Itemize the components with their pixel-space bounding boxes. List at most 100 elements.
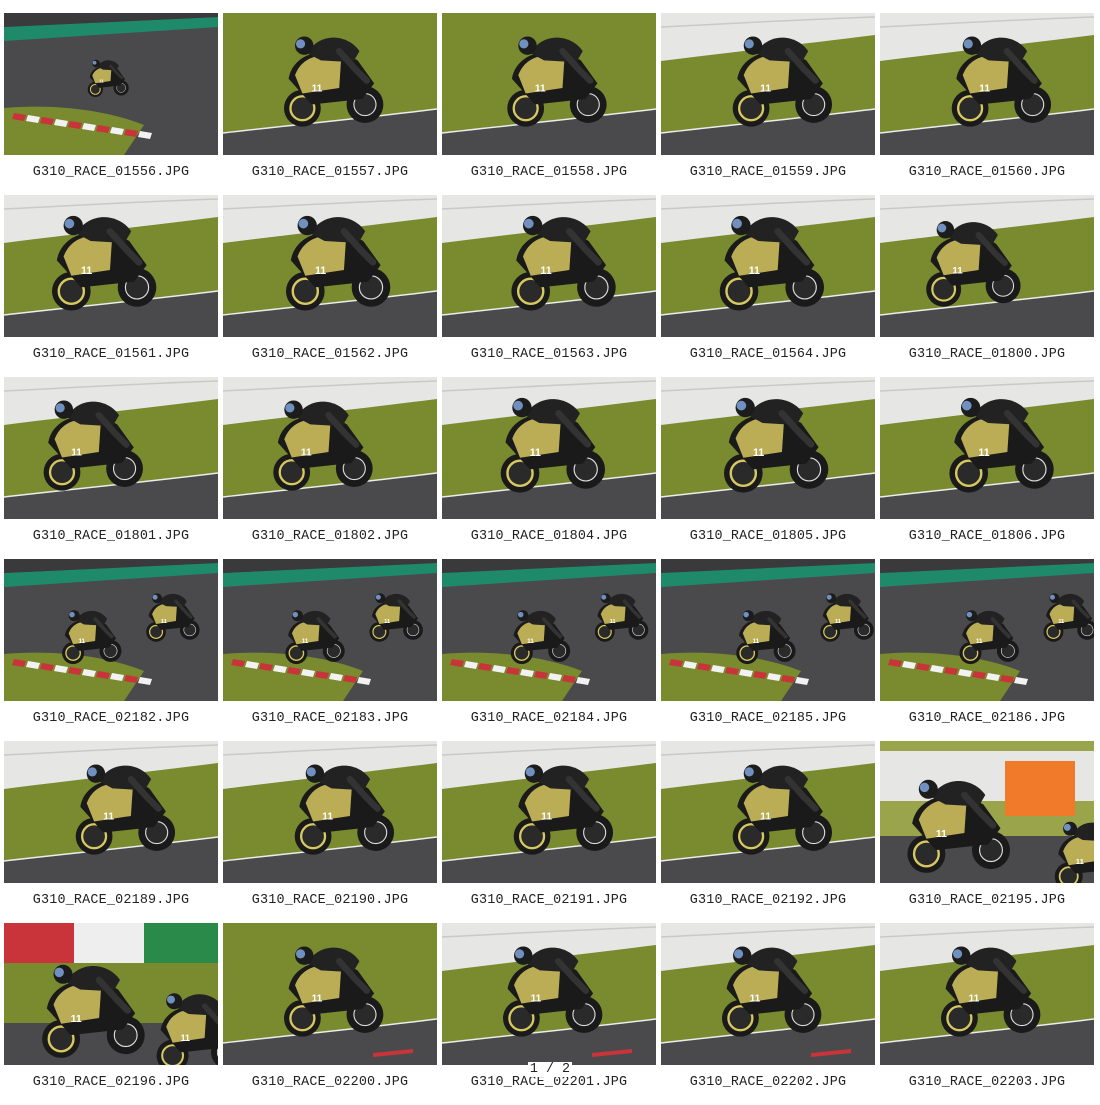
photo-filename[interactable]: G310_RACE_01800.JPG	[909, 347, 1065, 363]
photo-thumbnail[interactable]: 11	[442, 195, 656, 337]
photo-thumbnail[interactable]: 11	[880, 195, 1094, 337]
photo-filename[interactable]: G310_RACE_01802.JPG	[252, 529, 408, 545]
gallery-item[interactable]: 11 G310_RACE_02192.JPG	[661, 741, 875, 923]
gallery-item[interactable]: 11 G310_RACE_01806.JPG	[880, 377, 1094, 559]
gallery-item[interactable]: 11 G310_RACE_01562.JPG	[223, 195, 437, 377]
gallery-item[interactable]: 11 G310_RACE_01804.JPG	[442, 377, 656, 559]
photo-filename[interactable]: G310_RACE_01805.JPG	[690, 529, 846, 545]
photo-thumbnail[interactable]: 11 11	[4, 923, 218, 1065]
photo-thumbnail[interactable]: 11	[223, 377, 437, 519]
photo-thumbnail[interactable]: 11	[880, 377, 1094, 519]
gallery-item[interactable]: 11 11 G310_RACE_02182.JPG	[4, 559, 218, 741]
photo-filename[interactable]: G310_RACE_02189.JPG	[33, 893, 189, 909]
photo-thumbnail[interactable]: 11	[661, 195, 875, 337]
gallery-item[interactable]: 11 G310_RACE_01558.JPG	[442, 13, 656, 195]
gallery-item[interactable]: 11 G310_RACE_01801.JPG	[4, 377, 218, 559]
gallery-item[interactable]: 11 G310_RACE_01563.JPG	[442, 195, 656, 377]
gallery-item[interactable]: 11 G310_RACE_01557.JPG	[223, 13, 437, 195]
photo-thumbnail[interactable]: 11 11	[880, 559, 1094, 701]
photo-thumbnail[interactable]: 11	[880, 13, 1094, 155]
photo-filename[interactable]: G310_RACE_01558.JPG	[471, 165, 627, 181]
gallery-item[interactable]: 11 G310_RACE_02190.JPG	[223, 741, 437, 923]
svg-text:11: 11	[753, 639, 760, 645]
svg-text:11: 11	[103, 812, 114, 823]
photo-filename[interactable]: G310_RACE_01560.JPG	[909, 165, 1065, 181]
gallery-item[interactable]: 11 G310_RACE_01556.JPG	[4, 13, 218, 195]
gallery-item[interactable]: 11 G310_RACE_01802.JPG	[223, 377, 437, 559]
photo-filename[interactable]: G310_RACE_02182.JPG	[33, 711, 189, 727]
photo-filename[interactable]: G310_RACE_01557.JPG	[252, 165, 408, 181]
svg-text:11: 11	[99, 79, 104, 84]
photo-thumbnail[interactable]: 11	[4, 195, 218, 337]
photo-thumbnail[interactable]: 11	[4, 13, 218, 155]
svg-text:11: 11	[936, 829, 947, 840]
photo-thumbnail[interactable]: 11	[223, 195, 437, 337]
gallery-item[interactable]: 11 G310_RACE_02189.JPG	[4, 741, 218, 923]
svg-text:11: 11	[384, 619, 390, 625]
photo-filename[interactable]: G310_RACE_01562.JPG	[252, 347, 408, 363]
svg-text:11: 11	[760, 812, 771, 823]
photo-thumbnail[interactable]: 11	[442, 13, 656, 155]
photo-filename[interactable]: G310_RACE_01804.JPG	[471, 529, 627, 545]
photo-thumbnail[interactable]: 11	[661, 13, 875, 155]
page-indicator-text: 1 / 2	[527, 1062, 573, 1077]
svg-text:11: 11	[531, 994, 542, 1005]
photo-filename[interactable]: G310_RACE_02185.JPG	[690, 711, 846, 727]
photo-filename[interactable]: G310_RACE_02195.JPG	[909, 893, 1065, 909]
photo-thumbnail[interactable]: 11	[4, 377, 218, 519]
gallery-item[interactable]: 11 G310_RACE_01560.JPG	[880, 13, 1094, 195]
svg-text:11: 11	[750, 994, 761, 1005]
svg-text:11: 11	[302, 639, 309, 645]
gallery-item[interactable]: 11 11 G310_RACE_02184.JPG	[442, 559, 656, 741]
photo-thumbnail[interactable]: 11 11	[4, 559, 218, 701]
photo-thumbnail[interactable]: 11	[223, 741, 437, 883]
gallery-item[interactable]: 11 G310_RACE_01561.JPG	[4, 195, 218, 377]
photo-thumbnail[interactable]: 11	[442, 741, 656, 883]
photo-filename[interactable]: G310_RACE_01559.JPG	[690, 165, 846, 181]
photo-thumbnail[interactable]: 11	[223, 923, 437, 1065]
photo-filename[interactable]: G310_RACE_02190.JPG	[252, 893, 408, 909]
photo-thumbnail[interactable]: 11	[223, 13, 437, 155]
photo-thumbnail[interactable]: 11	[442, 923, 656, 1065]
svg-text:11: 11	[315, 265, 326, 277]
gallery-item[interactable]: 11 11 G310_RACE_02183.JPG	[223, 559, 437, 741]
photo-filename[interactable]: G310_RACE_01561.JPG	[33, 347, 189, 363]
photo-filename[interactable]: G310_RACE_02184.JPG	[471, 711, 627, 727]
photo-thumbnail[interactable]: 11	[661, 377, 875, 519]
photo-grid: 11 G310_RACE_01556.JPG 11 G310_RACE_01557.J…	[4, 13, 1096, 1105]
gallery-item[interactable]: 11 G310_RACE_02191.JPG	[442, 741, 656, 923]
photo-filename[interactable]: G310_RACE_02191.JPG	[471, 893, 627, 909]
photo-thumbnail[interactable]: 11	[661, 741, 875, 883]
photo-filename[interactable]: G310_RACE_02186.JPG	[909, 711, 1065, 727]
gallery-item[interactable]: 11 G310_RACE_01559.JPG	[661, 13, 875, 195]
gallery-item[interactable]: 11 G310_RACE_01800.JPG	[880, 195, 1094, 377]
photo-thumbnail[interactable]: 11	[880, 923, 1094, 1065]
photo-thumbnail[interactable]: 11	[661, 923, 875, 1065]
photo-filename[interactable]: G310_RACE_01563.JPG	[471, 347, 627, 363]
gallery-item[interactable]: 11 11 G310_RACE_02195.JPG	[880, 741, 1094, 923]
photo-thumbnail[interactable]: 11	[442, 377, 656, 519]
svg-text:11: 11	[835, 619, 841, 625]
photo-thumbnail[interactable]: 11 11	[223, 559, 437, 701]
photo-filename[interactable]: G310_RACE_01564.JPG	[690, 347, 846, 363]
photo-filename[interactable]: G310_RACE_01806.JPG	[909, 529, 1065, 545]
photo-filename[interactable]: G310_RACE_02183.JPG	[252, 711, 408, 727]
svg-text:11: 11	[312, 994, 323, 1005]
svg-text:11: 11	[530, 447, 541, 459]
photo-filename[interactable]: G310_RACE_01556.JPG	[33, 165, 189, 181]
svg-text:11: 11	[79, 639, 86, 645]
photo-thumbnail[interactable]: 11	[4, 741, 218, 883]
gallery-item[interactable]: 11 G310_RACE_01564.JPG	[661, 195, 875, 377]
photo-thumbnail[interactable]: 11 11	[661, 559, 875, 701]
gallery-item[interactable]: 11 G310_RACE_01805.JPG	[661, 377, 875, 559]
gallery-item[interactable]: 11 11 G310_RACE_02186.JPG	[880, 559, 1094, 741]
photo-filename[interactable]: G310_RACE_02192.JPG	[690, 893, 846, 909]
svg-text:11: 11	[749, 265, 760, 277]
photo-thumbnail[interactable]: 11 11	[880, 741, 1094, 883]
photo-thumbnail[interactable]: 11 11	[442, 559, 656, 701]
gallery-item[interactable]: 11 11 G310_RACE_02185.JPG	[661, 559, 875, 741]
svg-text:11: 11	[71, 1014, 82, 1025]
photo-filename[interactable]: G310_RACE_01801.JPG	[33, 529, 189, 545]
svg-text:11: 11	[952, 265, 963, 276]
svg-text:11: 11	[541, 812, 552, 823]
